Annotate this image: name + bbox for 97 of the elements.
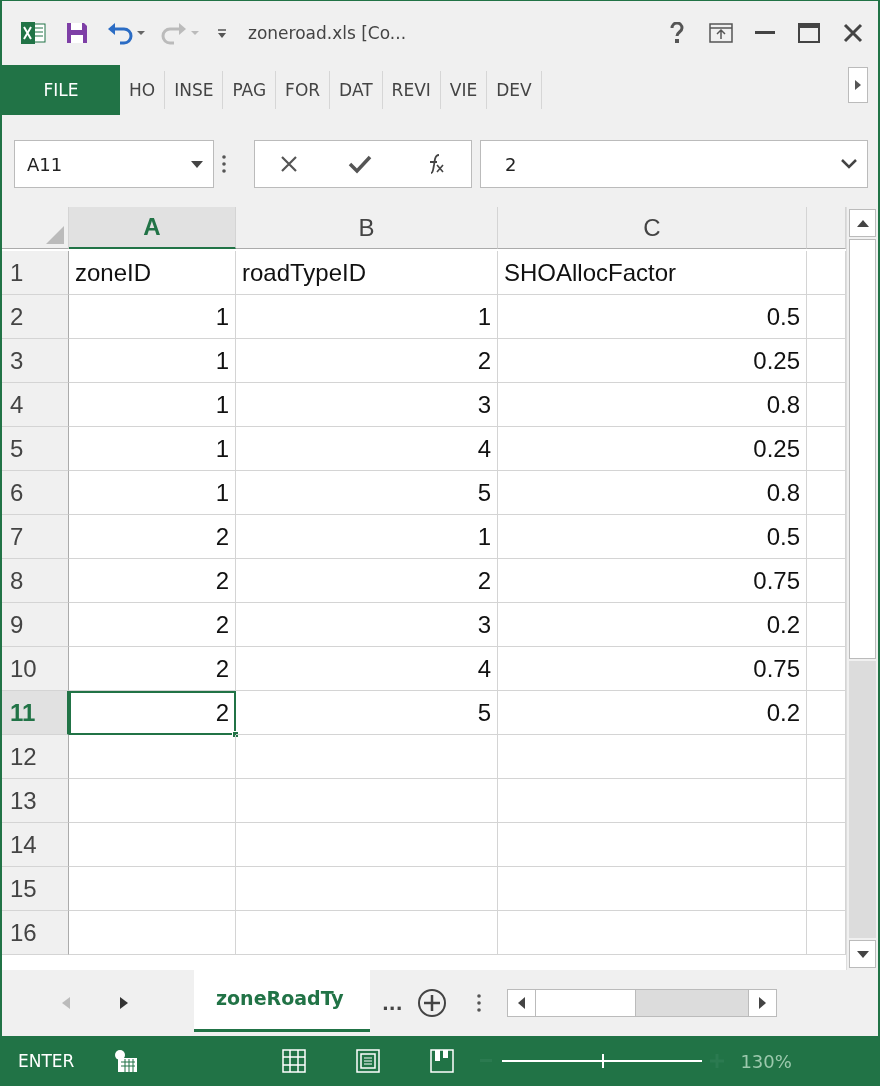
formula-field[interactable]: 2 [480,140,868,188]
window-title: zoneroad.xls [Co... [248,23,408,43]
next-sheet-icon[interactable] [120,997,128,1009]
table-cell: 0.2 [498,691,807,735]
ribbon-tab[interactable]: HO [120,71,166,109]
row-header[interactable]: 11 [2,691,69,735]
table-cell: 2 [69,691,236,735]
ribbon-tab[interactable]: PAG [223,71,277,109]
row-header[interactable]: 4 [2,383,69,427]
table-cell: 1 [236,515,498,559]
normal-view-icon[interactable] [282,1049,307,1073]
table-cell: 5 [236,691,498,735]
table-cell: 2 [69,515,236,559]
table-cell: 2 [236,339,498,383]
table-cell: 0.5 [498,515,807,559]
page-layout-icon[interactable] [356,1049,381,1073]
formula-value: 2 [505,153,517,175]
vertical-scrollbar[interactable] [846,207,878,970]
table-cell: 1 [69,471,236,515]
check-icon[interactable] [348,154,372,174]
table-cell: 3 [236,603,498,647]
table-cell: 4 [236,647,498,691]
table-cell: 3 [236,383,498,427]
row-header[interactable]: 1 [2,251,69,295]
column-header[interactable]: B [236,207,498,249]
table-cell: 0.2 [498,603,807,647]
table-cell: 0.5 [498,295,807,339]
table-cell: 0.25 [498,427,807,471]
row-header[interactable]: 2 [2,295,69,339]
cancel-icon[interactable] [280,155,298,173]
triangle-left-icon [517,997,525,1009]
scroll-left-button[interactable] [507,990,536,1016]
table-cell: 1 [69,339,236,383]
table-cell: 2 [236,559,498,603]
row-header[interactable]: 5 [2,427,69,471]
row-header[interactable]: 15 [2,867,69,911]
table-cell: 2 [69,603,236,647]
table-cell: 1 [236,295,498,339]
triangle-right-icon [758,997,766,1009]
macro-recording-icon[interactable] [114,1049,139,1073]
table-cell: 0.25 [498,339,807,383]
dropdown-icon[interactable] [191,160,203,168]
grip-icon [476,993,481,1013]
row-header[interactable]: 8 [2,559,69,603]
table-cell: 4 [236,427,498,471]
ribbon-tab[interactable]: VIE [440,71,488,109]
row-header[interactable]: 9 [2,603,69,647]
scroll-right-button[interactable] [848,67,868,103]
table-cell: 5 [236,471,498,515]
more-sheets[interactable]: ... [382,992,403,1014]
add-sheet-icon[interactable] [416,988,447,1018]
row-header[interactable]: 10 [2,647,69,691]
zoom-thumb[interactable] [602,1054,605,1068]
cell-reference: A11 [27,153,63,175]
table-cell: 2 [69,559,236,603]
file-tab[interactable]: FILE [2,65,120,115]
scroll-up-button[interactable] [849,209,876,237]
row-header[interactable]: 3 [2,339,69,383]
table-cell: 1 [69,295,236,339]
table-cell: SHOAllocFactor [498,251,807,295]
ribbon-tab[interactable]: FOR [276,71,331,109]
ribbon-tab[interactable]: REVI [382,71,441,109]
table-cell: 2 [69,647,236,691]
table-cell: 1 [69,427,236,471]
row-header[interactable]: 12 [2,735,69,779]
scroll-thumb[interactable] [535,990,636,1016]
column-header[interactable]: A [69,207,236,249]
row-header[interactable]: 16 [2,911,69,955]
column-header[interactable]: C [498,207,807,249]
table-cell: roadTypeID [236,251,498,295]
scroll-right-button[interactable] [747,990,776,1016]
ribbon-tab[interactable]: DAT [330,71,383,109]
table-cell: 0.75 [498,647,807,691]
table-cell: 0.8 [498,471,807,515]
grip-icon [222,154,226,174]
horizontal-scrollbar[interactable] [506,989,777,1017]
name-box[interactable]: A11 [14,140,214,188]
fill-handle[interactable] [232,731,239,738]
table-cell: zoneID [69,251,236,295]
table-cell: 1 [69,383,236,427]
corner-triangle-icon [46,226,64,244]
row-header[interactable]: 14 [2,823,69,867]
triangle-right-icon [855,80,861,90]
row-header[interactable]: 13 [2,779,69,823]
expand-icon[interactable] [841,159,857,169]
page-break-icon[interactable] [430,1049,455,1073]
status-mode: ENTER [18,1051,75,1071]
triangle-up-icon [856,219,869,227]
triangle-down-icon [856,950,869,958]
row-header[interactable]: 7 [2,515,69,559]
scroll-down-button[interactable] [849,940,876,968]
scroll-thumb[interactable] [849,239,876,659]
table-cell: 0.75 [498,559,807,603]
table-cell: 0.8 [498,383,807,427]
ribbon-tab[interactable]: INSE [165,71,224,109]
ribbon-tab[interactable]: DEV [487,71,542,109]
row-header[interactable]: 6 [2,471,69,515]
